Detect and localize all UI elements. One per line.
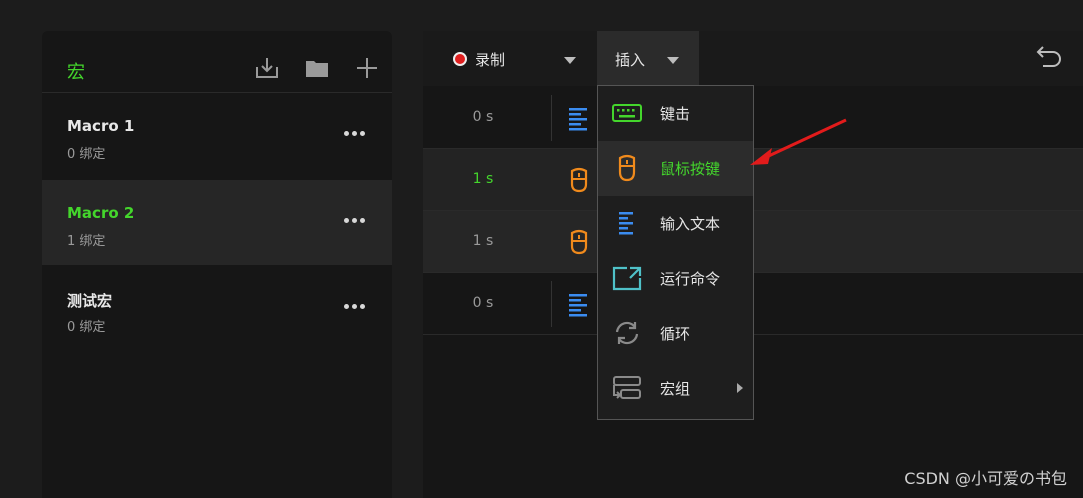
macro-item-1[interactable]: Macro 1 0 绑定 — [42, 93, 392, 178]
macro-name: 测试宏 — [67, 292, 113, 310]
menu-item-label: 键击 — [660, 105, 691, 123]
chevron-down-icon[interactable] — [564, 57, 576, 64]
macro-name: Macro 1 — [67, 117, 135, 135]
menu-item-input-text[interactable]: 输入文本 — [598, 196, 753, 251]
chevron-down-icon — [667, 57, 679, 64]
menu-item-mouse-button[interactable]: 鼠标按键 — [598, 141, 753, 196]
menu-item-run-command[interactable]: 运行命令 — [598, 251, 753, 306]
macro-item-2[interactable]: Macro 2 1 绑定 — [42, 180, 392, 265]
mouse-icon — [570, 229, 588, 255]
macro-list-title: 宏 — [67, 62, 85, 83]
annotation-arrow-icon — [750, 118, 847, 165]
row-divider — [551, 281, 552, 327]
step-delay: 1 s — [472, 233, 494, 249]
row-divider — [551, 95, 552, 141]
macro-list-header: 宏 — [42, 31, 392, 93]
menu-item-label: 宏组 — [660, 380, 691, 398]
plus-icon[interactable] — [354, 55, 380, 81]
text-lines-icon — [569, 294, 587, 317]
undo-icon[interactable] — [1035, 41, 1065, 71]
macro-group-icon — [613, 376, 641, 399]
editor-toolbar: 录制 插入 — [423, 31, 1083, 86]
insert-button[interactable]: 插入 — [597, 31, 699, 86]
step-delay: 0 s — [472, 109, 494, 125]
import-icon[interactable] — [254, 55, 280, 81]
mouse-icon — [618, 154, 636, 182]
chevron-right-icon — [737, 383, 743, 393]
menu-item-loop[interactable]: 循环 — [598, 306, 753, 361]
run-command-icon — [612, 266, 642, 291]
keyboard-icon — [612, 104, 642, 122]
more-options-icon[interactable] — [344, 131, 366, 137]
record-icon — [455, 54, 465, 64]
menu-item-label: 运行命令 — [660, 270, 721, 288]
macro-item-3[interactable]: 测试宏 0 绑定 — [42, 266, 392, 351]
macro-binding-count: 0 绑定 — [67, 320, 106, 335]
macro-name: Macro 2 — [67, 204, 135, 222]
macro-binding-count: 0 绑定 — [67, 147, 106, 162]
insert-dropdown-menu: 键击 鼠标按键 输入文本 运行命令 循环 宏组 — [597, 85, 754, 420]
more-options-icon[interactable] — [344, 304, 366, 310]
menu-item-keystroke[interactable]: 键击 — [598, 86, 753, 141]
step-delay: 1 s — [472, 171, 494, 187]
text-lines-icon — [619, 212, 633, 235]
menu-item-label: 鼠标按键 — [660, 160, 721, 178]
watermark-text: CSDN @小可爱の书包 — [904, 469, 1067, 488]
more-options-icon[interactable] — [344, 218, 366, 224]
menu-item-label: 循环 — [660, 325, 691, 343]
macro-list-panel: 宏 Macro 1 0 绑定 Macro 2 1 绑定 测试宏 0 绑定 — [42, 31, 392, 498]
insert-label: 插入 — [615, 51, 646, 69]
macro-binding-count: 1 绑定 — [67, 234, 106, 249]
menu-item-macro-group[interactable]: 宏组 — [598, 361, 753, 416]
folder-icon[interactable] — [304, 55, 330, 81]
menu-item-label: 输入文本 — [660, 215, 721, 233]
step-delay: 0 s — [472, 295, 494, 311]
loop-icon — [615, 321, 639, 345]
record-button[interactable]: 录制 — [475, 49, 505, 70]
mouse-icon — [570, 167, 588, 193]
text-lines-icon — [569, 108, 587, 131]
